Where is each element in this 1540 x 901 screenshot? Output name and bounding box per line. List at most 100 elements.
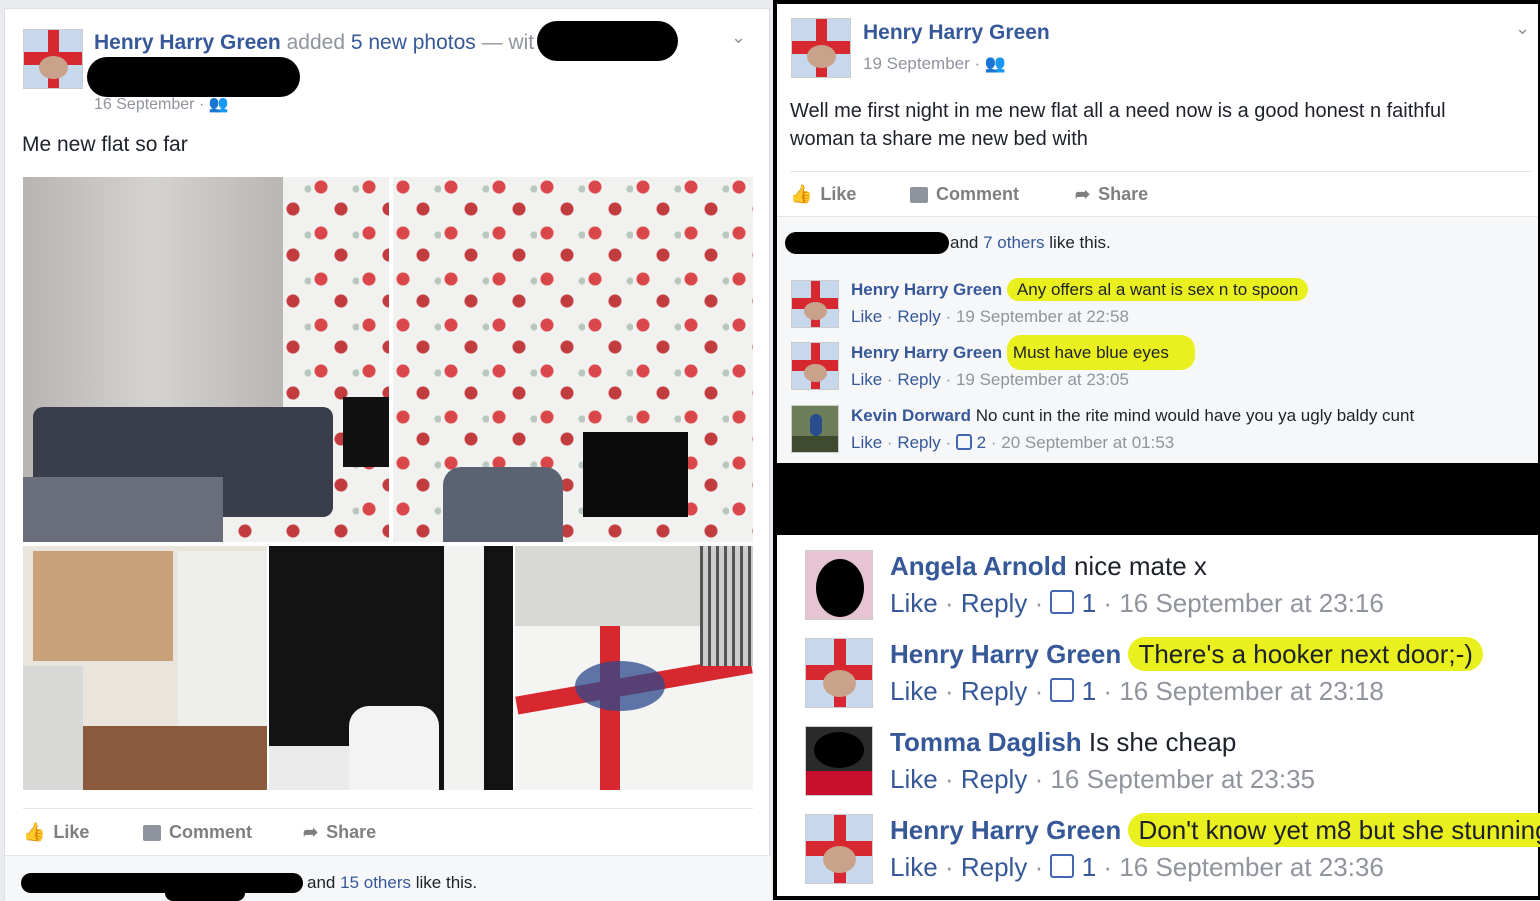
comment: Angela Arnold nice mate x <box>890 551 1207 582</box>
left-post-card: Henry Harry Green added 5 new photos — w… <box>4 8 771 901</box>
likes-summary: and 15 others like this. <box>307 873 478 892</box>
comment-like-count[interactable]: 1 <box>1082 676 1096 706</box>
comment-reply-link[interactable]: Reply <box>897 433 940 452</box>
redacted-name-1 <box>537 21 678 61</box>
likes-others-link[interactable]: 15 others <box>340 873 411 892</box>
commenter-avatar[interactable] <box>805 814 873 884</box>
comment-time[interactable]: 19 September at 23:05 <box>956 370 1129 389</box>
photos-link[interactable]: 5 new photos <box>351 31 476 54</box>
photo-bathroom[interactable] <box>269 546 513 790</box>
flag-image <box>806 815 872 883</box>
comment-button[interactable]: Comment <box>910 184 1019 205</box>
comment-reply-link[interactable]: Reply <box>961 588 1027 618</box>
share-button[interactable]: ➦ Share <box>1075 184 1148 205</box>
comment-actions: Like · Reply · 16 September at 23:35 <box>890 764 1315 794</box>
comment-time[interactable]: 19 September at 22:58 <box>956 307 1129 326</box>
commenter-name[interactable]: Henry Harry Green <box>890 639 1121 669</box>
commenter-avatar[interactable] <box>791 280 839 328</box>
flag-image <box>806 639 872 707</box>
commenter-avatar[interactable] <box>791 342 839 390</box>
thumbs-up-icon: 👍 <box>23 822 46 842</box>
comment-reply-link[interactable]: Reply <box>897 307 940 326</box>
commenter-avatar[interactable] <box>791 405 839 453</box>
flag-image <box>792 281 838 327</box>
comment: Henry Harry Green Must have blue eyes <box>851 335 1195 370</box>
commenter-name[interactable]: Henry Harry Green <box>851 343 1002 362</box>
comment-actions: Like · Reply · 1 · 16 September at 23:18 <box>890 676 1384 706</box>
comment-like-count[interactable]: 1 <box>1082 588 1096 618</box>
commenter-name[interactable]: Kevin Dorward <box>851 406 971 425</box>
photo-bedroom[interactable] <box>515 546 753 790</box>
comment-text: nice mate x <box>1073 551 1207 581</box>
commenter-avatar[interactable] <box>805 726 873 796</box>
redacted-likers <box>785 232 949 254</box>
commenter-name[interactable]: Henry Harry Green <box>851 280 1002 299</box>
commenter-avatar[interactable] <box>805 550 873 620</box>
thumbs-up-icon: 👍 <box>790 184 813 204</box>
comment-actions: Like · Reply · 2 · 20 September at 01:53 <box>851 433 1175 452</box>
thumbs-up-icon <box>955 434 972 450</box>
comment: Kevin Dorward No cunt in the rite mind w… <box>851 406 1414 426</box>
likes-summary: and 7 others like this. <box>950 233 1111 252</box>
comment-reply-link[interactable]: Reply <box>897 370 940 389</box>
share-icon: ➦ <box>303 822 319 842</box>
author-avatar[interactable] <box>791 18 851 78</box>
author-avatar[interactable] <box>23 29 83 89</box>
redacted-likers <box>21 873 303 893</box>
comment-reply-link[interactable]: Reply <box>961 852 1027 882</box>
like-button[interactable]: 👍 Like <box>23 822 89 843</box>
commenter-name[interactable]: Henry Harry Green <box>890 815 1121 845</box>
thumbs-up-icon <box>1050 678 1075 702</box>
photo-fireplace-wall[interactable] <box>393 177 753 542</box>
comment-time[interactable]: 16 September at 23:35 <box>1050 764 1315 794</box>
friends-icon: 👥 <box>208 96 229 113</box>
comment: Henry Harry Green Don't know yet m8 but … <box>890 813 1540 847</box>
chevron-down-icon[interactable]: ⌄ <box>1515 18 1530 39</box>
commenter-name[interactable]: Angela Arnold <box>890 551 1067 581</box>
divider <box>790 171 1532 172</box>
comment-like-count[interactable]: 1 <box>1082 852 1096 882</box>
chevron-down-icon[interactable]: ⌄ <box>731 27 746 48</box>
share-button[interactable]: ➦ Share <box>303 822 376 843</box>
comment-time[interactable]: 16 September at 23:18 <box>1119 676 1384 706</box>
comment-text: Don't know yet m8 but she stunning <box>1128 813 1540 847</box>
flag-image <box>24 30 82 88</box>
comment-icon <box>910 186 928 203</box>
thumbs-up-icon <box>1050 854 1075 878</box>
comment-like-link[interactable]: Like <box>890 852 938 882</box>
photo-living-room[interactable] <box>23 177 389 542</box>
comment-text: There's a hooker next door;-) <box>1128 637 1483 671</box>
share-icon: ➦ <box>1075 184 1091 204</box>
bottom-comments-card: Angela Arnold nice mate x Like · Reply ·… <box>777 535 1540 896</box>
like-button[interactable]: 👍 Like <box>790 184 856 205</box>
divider <box>23 808 753 809</box>
comment-reply-link[interactable]: Reply <box>961 764 1027 794</box>
comment: Tomma Daglish Is she cheap <box>890 727 1236 758</box>
comment-text: Any offers al a want is sex n to spoon <box>1006 278 1309 301</box>
with-text: — wit <box>481 31 535 54</box>
comment-like-count[interactable]: 2 <box>977 433 986 452</box>
comment-reply-link[interactable]: Reply <box>961 676 1027 706</box>
comment-like-link[interactable]: Like <box>851 433 882 452</box>
comment-time[interactable]: 16 September at 23:36 <box>1119 852 1384 882</box>
author-name[interactable]: Henry Harry Green <box>94 31 281 54</box>
comment-like-link[interactable]: Like <box>851 307 882 326</box>
author-name[interactable]: Henry Harry Green <box>863 21 1050 45</box>
comment-like-link[interactable]: Like <box>890 676 938 706</box>
comment-like-link[interactable]: Like <box>890 588 938 618</box>
commenter-avatar[interactable] <box>805 638 873 708</box>
comment-time[interactable]: 20 September at 01:53 <box>1001 433 1174 452</box>
comment-like-link[interactable]: Like <box>851 370 882 389</box>
comment-like-link[interactable]: Like <box>890 764 938 794</box>
friends-icon: 👥 <box>984 54 1007 73</box>
flag-image <box>792 19 850 77</box>
comment-time[interactable]: 16 September at 23:16 <box>1119 588 1384 618</box>
commenter-name[interactable]: Tomma Daglish <box>890 727 1082 757</box>
post-date[interactable]: 19 September · 👥 <box>863 54 1006 74</box>
post-body: Well me first night in me new flat all a… <box>790 100 1446 150</box>
comment: Henry Harry Green There's a hooker next … <box>890 637 1483 671</box>
post-date[interactable]: 16 September · 👥 <box>94 94 229 114</box>
comment-button[interactable]: Comment <box>143 822 252 843</box>
photo-kitchen[interactable] <box>23 546 267 790</box>
likes-others-link[interactable]: 7 others <box>983 233 1044 252</box>
